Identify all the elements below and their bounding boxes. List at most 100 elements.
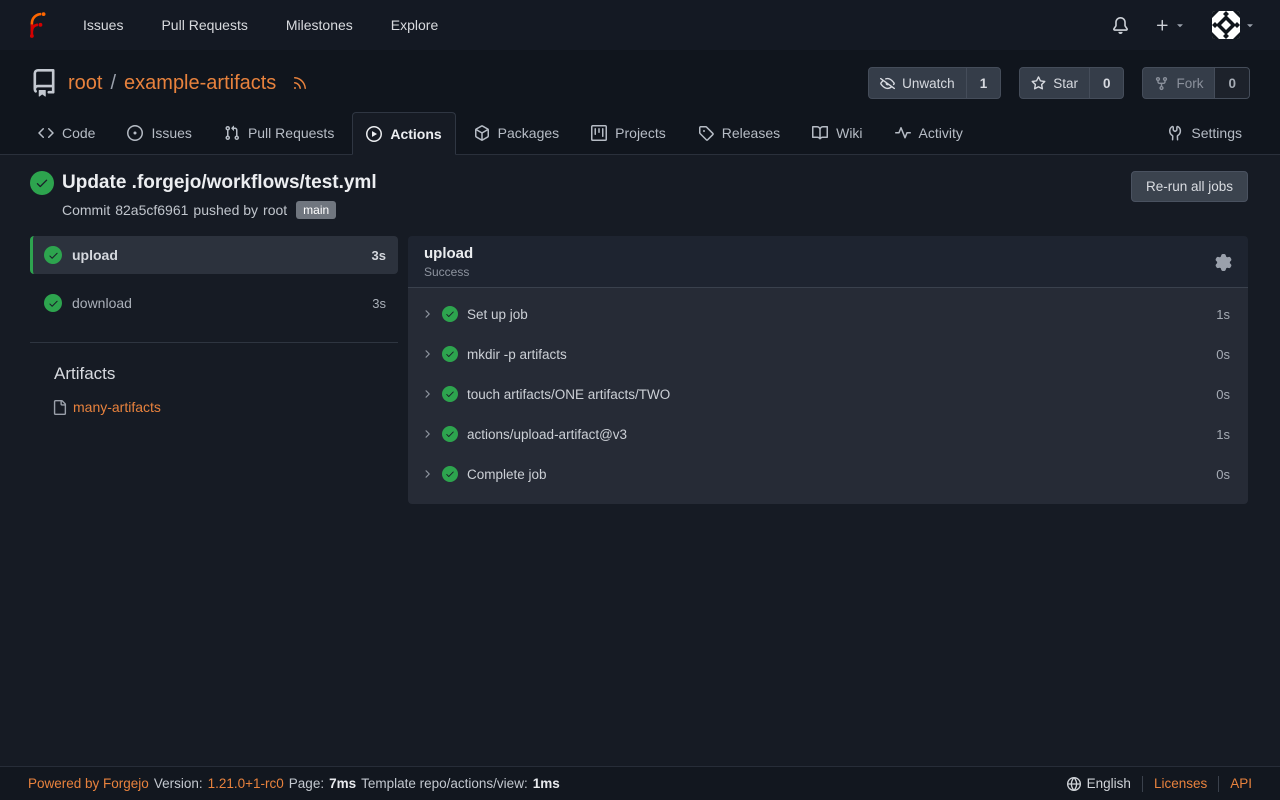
repo-name-link[interactable]: example-artifacts: [124, 72, 276, 95]
divider: [1218, 776, 1219, 792]
page-time-label: Page:: [289, 776, 324, 791]
navbar-links: Issues Pull Requests Milestones Explore: [83, 17, 438, 33]
watch-button-group: Unwatch 1: [868, 67, 1001, 99]
job-row-upload[interactable]: upload 3s: [30, 236, 398, 274]
repo-header: root / example-artifacts Unwatch 1 Star: [0, 50, 1280, 112]
step-name: Complete job: [467, 467, 547, 482]
star-button[interactable]: Star: [1020, 68, 1089, 98]
step-row[interactable]: Set up job 1s: [408, 294, 1248, 334]
step-row[interactable]: actions/upload-artifact@v3 1s: [408, 414, 1248, 454]
licenses-link[interactable]: Licenses: [1154, 776, 1207, 791]
rerun-all-jobs-button[interactable]: Re-run all jobs: [1131, 171, 1248, 202]
step-row[interactable]: Complete job 0s: [408, 454, 1248, 494]
chevron-right-icon: [421, 468, 433, 480]
nav-explore[interactable]: Explore: [391, 17, 438, 33]
branch-badge[interactable]: main: [296, 201, 336, 219]
tab-label: Releases: [722, 125, 780, 141]
step-duration: 0s: [1216, 387, 1230, 402]
step-success-icon: [442, 426, 458, 442]
repo-title: root / example-artifacts: [30, 69, 308, 97]
job-row-download[interactable]: download 3s: [30, 284, 398, 322]
job-detail-name: upload: [424, 245, 473, 262]
stars-count[interactable]: 0: [1089, 68, 1124, 98]
watchers-count[interactable]: 1: [966, 68, 1001, 98]
job-duration: 3s: [372, 296, 386, 311]
forks-count[interactable]: 0: [1214, 68, 1249, 98]
step-row[interactable]: mkdir -p artifacts 0s: [408, 334, 1248, 374]
tab-label: Code: [62, 125, 95, 141]
pull-request-icon: [224, 125, 240, 141]
step-success-icon: [442, 386, 458, 402]
star-button-group: Star 0: [1019, 67, 1124, 99]
tab-releases[interactable]: Releases: [684, 112, 794, 154]
commit-label: Commit: [62, 202, 110, 218]
commit-sha[interactable]: 82a5cf6961: [115, 202, 188, 218]
star-icon: [1031, 76, 1046, 91]
api-link[interactable]: API: [1230, 776, 1252, 791]
tab-pull-requests[interactable]: Pull Requests: [210, 112, 348, 154]
language-menu[interactable]: English: [1067, 776, 1131, 791]
tab-settings[interactable]: Settings: [1153, 112, 1256, 154]
run-title: Update .forgejo/workflows/test.yml: [62, 172, 377, 194]
eye-slash-icon: [880, 76, 895, 91]
tab-label: Issues: [151, 125, 191, 141]
nav-issues[interactable]: Issues: [83, 17, 123, 33]
step-success-icon: [442, 466, 458, 482]
tab-projects[interactable]: Projects: [577, 112, 680, 154]
navbar: Issues Pull Requests Milestones Explore: [0, 0, 1280, 50]
repo-owner-link[interactable]: root: [68, 72, 102, 95]
job-options-button[interactable]: [1215, 254, 1232, 271]
tab-issues[interactable]: Issues: [113, 112, 205, 154]
notifications-button[interactable]: [1112, 17, 1129, 34]
create-new-button[interactable]: [1155, 18, 1186, 33]
project-icon: [591, 125, 607, 141]
tab-actions[interactable]: Actions: [352, 112, 455, 155]
fork-icon: [1154, 76, 1169, 91]
unwatch-label: Unwatch: [902, 76, 955, 91]
commit-author[interactable]: root: [263, 202, 287, 218]
tab-code[interactable]: Code: [24, 112, 109, 154]
tab-label: Wiki: [836, 125, 862, 141]
code-icon: [38, 125, 54, 141]
step-duration: 0s: [1216, 467, 1230, 482]
step-duration: 0s: [1216, 347, 1230, 362]
artifact-link[interactable]: many-artifacts: [73, 399, 161, 415]
identicon-avatar: [1212, 11, 1240, 39]
template-time-label: Template repo/actions/view:: [361, 776, 528, 791]
avatar: [1212, 11, 1240, 39]
template-time: 1ms: [533, 776, 560, 791]
chevron-down-icon: [1244, 19, 1256, 31]
fork-button-group: Fork 0: [1142, 67, 1250, 99]
step-name: Set up job: [467, 307, 528, 322]
forgejo-logo-icon: [24, 12, 51, 39]
step-name: mkdir -p artifacts: [467, 347, 567, 362]
chevron-right-icon: [421, 348, 433, 360]
step-row[interactable]: touch artifacts/ONE artifacts/TWO 0s: [408, 374, 1248, 414]
job-name: download: [72, 295, 132, 311]
tab-label: Projects: [615, 125, 666, 141]
nav-milestones[interactable]: Milestones: [286, 17, 353, 33]
steps-list: Set up job 1s mkdir -p artifacts 0s touc…: [408, 288, 1248, 504]
powered-by-link[interactable]: Powered by Forgejo: [28, 776, 149, 791]
step-success-icon: [442, 306, 458, 322]
rss-button[interactable]: [292, 75, 308, 91]
tab-label: Settings: [1191, 125, 1242, 141]
unwatch-button[interactable]: Unwatch: [869, 68, 966, 98]
version-link[interactable]: 1.21.0+1-rc0: [208, 776, 284, 791]
forgejo-logo[interactable]: [24, 12, 51, 39]
plus-icon: [1155, 18, 1170, 33]
chevron-down-icon: [1174, 19, 1186, 31]
divider: [30, 342, 398, 343]
bell-icon: [1112, 17, 1129, 34]
tag-icon: [698, 125, 714, 141]
step-name: touch artifacts/ONE artifacts/TWO: [467, 387, 670, 402]
user-menu[interactable]: [1212, 11, 1256, 39]
tab-label: Activity: [919, 125, 963, 141]
tab-wiki[interactable]: Wiki: [798, 112, 876, 154]
page-time: 7ms: [329, 776, 356, 791]
run-success-icon: [30, 171, 54, 195]
tab-packages[interactable]: Packages: [460, 112, 573, 154]
tab-activity[interactable]: Activity: [881, 112, 977, 154]
fork-button[interactable]: Fork: [1143, 68, 1214, 98]
nav-pull-requests[interactable]: Pull Requests: [161, 17, 247, 33]
